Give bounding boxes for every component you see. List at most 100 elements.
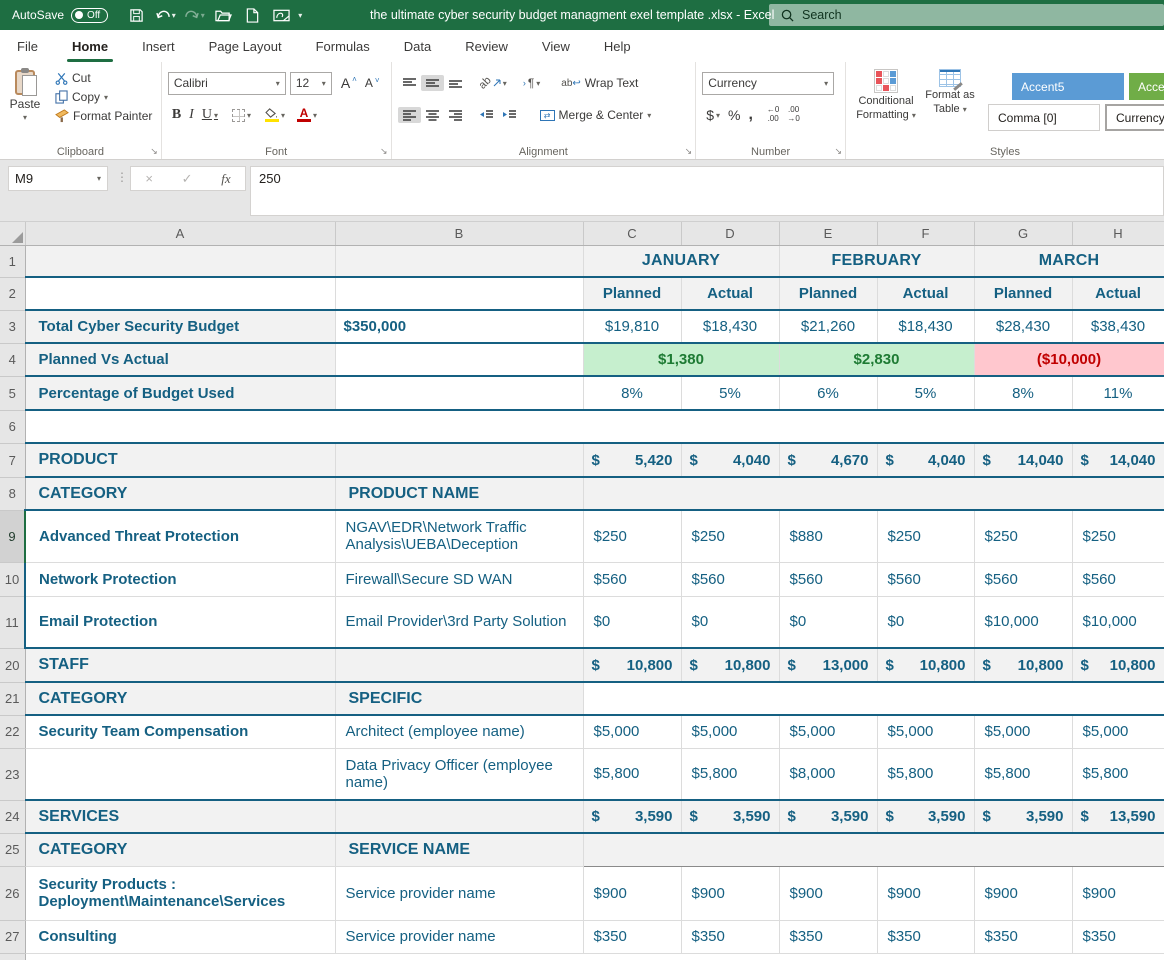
align-bottom-button[interactable]	[444, 75, 467, 91]
cell[interactable]: $13,590	[1072, 800, 1164, 833]
cell[interactable]: Architect (employee name)	[335, 715, 583, 748]
cell[interactable]: $10,800	[583, 648, 681, 682]
tab-view[interactable]: View	[525, 32, 587, 62]
font-dialog-launcher[interactable]: ↘	[380, 146, 388, 157]
cell[interactable]: $900	[974, 866, 1072, 920]
cell[interactable]: 6%	[779, 376, 877, 410]
cell[interactable]: $5,420	[583, 443, 681, 477]
cell[interactable]: JANUARY	[583, 245, 779, 277]
style-currency[interactable]: Currency	[1105, 104, 1164, 131]
cell[interactable]: $3,590	[974, 800, 1072, 833]
row-header-7[interactable]: 7	[0, 443, 25, 477]
cell[interactable]: Email Protection	[25, 596, 335, 648]
tab-home[interactable]: Home	[55, 32, 125, 62]
cell[interactable]: $5,000	[877, 715, 974, 748]
cell[interactable]: $560	[877, 562, 974, 596]
increase-indent-button[interactable]	[498, 107, 521, 123]
decrease-decimal-button[interactable]: .00→0	[783, 104, 803, 126]
row-header-26[interactable]: 26	[0, 866, 25, 920]
number-format-combo[interactable]: Currency ▾	[702, 72, 834, 95]
undo-button[interactable]: ▾	[153, 4, 177, 26]
cell[interactable]: NGAV\EDR\Network Traffic Analysis\UEBA\D…	[335, 510, 583, 562]
cell[interactable]: FEBRUARY	[779, 245, 974, 277]
open-file-button[interactable]	[211, 4, 235, 26]
cell[interactable]: $0	[779, 596, 877, 648]
text-direction-button[interactable]: ›¶ ▾	[519, 74, 544, 92]
cell[interactable]: $3,590	[583, 800, 681, 833]
tab-page-layout[interactable]: Page Layout	[192, 32, 299, 62]
redo-dropdown-icon[interactable]: ▾	[201, 11, 205, 20]
cell[interactable]	[335, 343, 583, 376]
tab-help[interactable]: Help	[587, 32, 648, 62]
cell[interactable]: $2,830	[779, 343, 974, 376]
cell[interactable]: $350	[974, 920, 1072, 953]
alignment-dialog-launcher[interactable]: ↘	[685, 146, 693, 157]
align-middle-button[interactable]	[421, 75, 444, 91]
column-header-D[interactable]: D	[681, 222, 779, 245]
row-header-23[interactable]: 23	[0, 748, 25, 800]
cell[interactable]	[335, 277, 583, 310]
cell[interactable]: $3,590	[779, 800, 877, 833]
column-header-A[interactable]: A	[25, 222, 335, 245]
cell[interactable]: $1,380	[583, 343, 779, 376]
cell[interactable]: $900	[1072, 866, 1164, 920]
cell[interactable]: PRODUCT NAME	[335, 477, 583, 510]
cell[interactable]	[335, 800, 583, 833]
format-painter-button[interactable]: Format Painter	[50, 107, 157, 125]
cell[interactable]: 11%	[1072, 376, 1164, 410]
column-header-F[interactable]: F	[877, 222, 974, 245]
customize-qat-icon[interactable]: ▾	[298, 11, 302, 20]
cancel-icon[interactable]: ×	[145, 171, 153, 186]
number-dialog-launcher[interactable]: ↘	[834, 146, 842, 157]
cell[interactable]: $3,590	[681, 800, 779, 833]
grow-font-button[interactable]: A˄	[337, 73, 361, 93]
cell[interactable]: Security Team Compensation	[25, 715, 335, 748]
shrink-font-button[interactable]: A˅	[361, 74, 384, 92]
cell[interactable]: $560	[974, 562, 1072, 596]
accounting-dropdown-icon[interactable]: ▾	[716, 111, 720, 120]
cell[interactable]: Percentage of Budget Used	[25, 376, 335, 410]
style-accent6[interactable]: Accent6	[1129, 73, 1164, 100]
cell[interactable]: Service provider name	[335, 920, 583, 953]
insert-function-button[interactable]: fx	[221, 171, 230, 187]
cell[interactable]: $5,000	[779, 715, 877, 748]
cell[interactable]: $560	[779, 562, 877, 596]
cell[interactable]: $18,430	[681, 310, 779, 343]
cell[interactable]: $8,000	[779, 748, 877, 800]
cell[interactable]: $350	[877, 920, 974, 953]
cell[interactable]: $5,800	[974, 748, 1072, 800]
merge-center-button[interactable]: ⇄ Merge & Center ▾	[535, 106, 657, 124]
paste-button[interactable]: Paste ▾	[0, 70, 50, 125]
comma-style-button[interactable]: ,	[744, 108, 756, 122]
enter-icon[interactable]: ✓	[182, 171, 193, 187]
row-header-20[interactable]: 20	[0, 648, 25, 682]
cell[interactable]: STAFF	[25, 648, 335, 682]
cell[interactable]	[335, 245, 583, 277]
cell[interactable]	[25, 277, 335, 310]
cell[interactable]: SERVICE NAME	[335, 833, 583, 866]
redo-button[interactable]: ▾	[182, 4, 206, 26]
paste-dropdown-icon[interactable]: ▾	[23, 113, 27, 122]
cell[interactable]: $5,800	[877, 748, 974, 800]
font-color-dropdown-icon[interactable]: ▾	[313, 111, 317, 120]
conditional-formatting-dropdown-icon[interactable]: ▾	[912, 111, 916, 120]
style-accent5[interactable]: Accent5	[1012, 73, 1124, 100]
row-header-5[interactable]: 5	[0, 376, 25, 410]
copy-button[interactable]: Copy ▾	[50, 88, 157, 106]
format-as-table-dropdown-icon[interactable]: ▾	[963, 105, 967, 114]
tab-data[interactable]: Data	[387, 32, 448, 62]
cell[interactable]: $250	[681, 510, 779, 562]
text-direction-dropdown-icon[interactable]: ▾	[536, 79, 540, 88]
fill-color-button[interactable]: ▾	[261, 106, 289, 124]
cell[interactable]: CATEGORY	[25, 477, 335, 510]
borders-button[interactable]: ▾	[228, 107, 255, 124]
cell[interactable]: $5,000	[974, 715, 1072, 748]
cell[interactable]	[583, 833, 1164, 866]
cell[interactable]: $28,430	[974, 310, 1072, 343]
accounting-format-button[interactable]: $ ▾	[702, 105, 724, 125]
cell[interactable]: $350	[779, 920, 877, 953]
cell[interactable]: 8%	[974, 376, 1072, 410]
cell[interactable]: $38,430	[1072, 310, 1164, 343]
formula-input[interactable]: 250	[250, 166, 1164, 216]
row-header-21[interactable]: 21	[0, 682, 25, 715]
